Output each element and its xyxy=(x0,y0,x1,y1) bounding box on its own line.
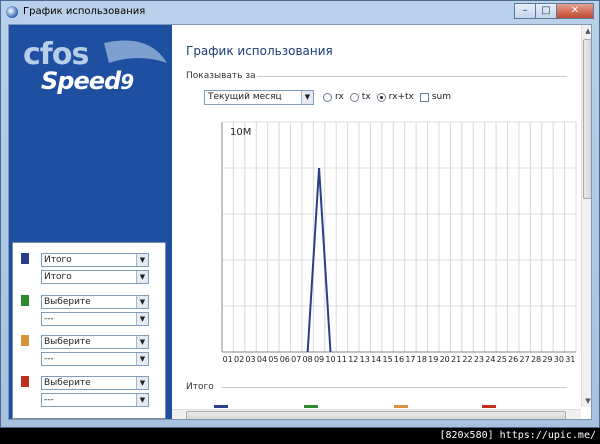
checkbox-sum-label: sum xyxy=(431,92,452,102)
range-select[interactable]: Текущий месяц ▼ xyxy=(204,90,314,105)
x-tick-label: 02 xyxy=(234,355,244,364)
chevron-down-icon: ▼ xyxy=(136,254,148,266)
scroll-down-icon[interactable]: ▼ xyxy=(582,395,591,407)
legend-swatch xyxy=(21,295,29,306)
legend-select-primary[interactable]: Итого ▼ xyxy=(41,253,149,267)
radio-rx[interactable] xyxy=(323,92,332,102)
close-button[interactable]: ✕ xyxy=(556,3,594,19)
radio-tx-label: tx xyxy=(361,92,371,102)
legend-select-secondary[interactable]: Итого ▼ xyxy=(41,270,149,284)
watermark-strip: [820x580] https://upic.me/ xyxy=(0,428,600,444)
watermark-text: [820x580] https://upic.me/ xyxy=(439,430,596,441)
total-swatch xyxy=(482,405,496,408)
x-tick-label: 30 xyxy=(554,355,564,364)
total-label: Итого xyxy=(186,382,214,392)
legend-select-primary[interactable]: Выберите ▼ xyxy=(41,295,149,309)
x-tick-label: 13 xyxy=(360,355,370,364)
maximize-button[interactable]: □ xyxy=(535,3,557,19)
x-tick-label: 14 xyxy=(371,355,381,364)
x-tick-label: 09 xyxy=(314,355,324,364)
legend-select-secondary[interactable]: --- ▼ xyxy=(41,352,149,366)
total-swatch xyxy=(304,405,318,408)
x-tick-label: 16 xyxy=(394,355,404,364)
radio-tx[interactable] xyxy=(349,92,359,102)
client-area: cfos Speed9 Итого ▼ Итого ▼ Выберите ▼ --- ▼… xyxy=(8,24,592,420)
x-tick-label: 05 xyxy=(268,355,278,364)
radio-rxtx[interactable] xyxy=(376,92,386,102)
legend-select-secondary[interactable]: --- ▼ xyxy=(41,312,149,326)
total-swatch xyxy=(214,405,228,408)
x-tick-label: 31 xyxy=(565,355,575,364)
horizontal-scrollbar[interactable] xyxy=(172,409,581,419)
divider xyxy=(222,387,567,388)
title-bar[interactable]: График использования – □ ✕ xyxy=(1,1,599,23)
chevron-down-icon: ▼ xyxy=(136,394,148,406)
x-tick-label: 06 xyxy=(280,355,290,364)
x-tick-label: 17 xyxy=(405,355,415,364)
app-window: График использования – □ ✕ cfos Speed9 И… xyxy=(0,0,600,428)
x-tick-label: 23 xyxy=(474,355,484,364)
usage-chart: 10M 01 02 03 04 05 06 07 08 09 10 11 12 13 14 15 16 17 18 1… xyxy=(221,121,577,364)
x-tick-label: 11 xyxy=(337,355,347,364)
legend-panel: Итого ▼ Итого ▼ Выберите ▼ --- ▼ Выберите ▼ -… xyxy=(12,242,166,419)
divider xyxy=(257,76,567,77)
chevron-down-icon: ▼ xyxy=(136,271,148,283)
x-tick-label: 18 xyxy=(417,355,427,364)
legend-select-secondary[interactable]: --- ▼ xyxy=(41,393,149,407)
left-panel: cfos Speed9 Итого ▼ Итого ▼ Выберите ▼ --- ▼… xyxy=(9,25,172,419)
legend-swatch xyxy=(21,253,29,264)
x-tick-label: 01 xyxy=(223,355,233,364)
x-tick-label: 12 xyxy=(348,355,358,364)
chevron-down-icon: ▼ xyxy=(136,336,148,348)
show-for-label: Показывать за xyxy=(186,71,256,81)
x-tick-label: 15 xyxy=(382,355,392,364)
x-tick-label: 07 xyxy=(291,355,301,364)
legend-select-primary[interactable]: Выберите ▼ xyxy=(41,335,149,349)
y-axis-top-label: 10M xyxy=(230,127,251,138)
x-tick-label: 20 xyxy=(440,355,450,364)
chevron-down-icon: ▼ xyxy=(136,296,148,308)
legend-select-primary[interactable]: Выберите ▼ xyxy=(41,376,149,390)
vertical-scrollbar[interactable]: ▲ ▼ xyxy=(581,25,591,407)
radio-rxtx-label: rx+tx xyxy=(388,92,414,102)
scroll-up-icon[interactable]: ▲ xyxy=(582,25,591,37)
chevron-down-icon: ▼ xyxy=(301,91,313,104)
window-title: График использования xyxy=(23,6,146,17)
x-tick-label: 19 xyxy=(428,355,438,364)
x-tick-label: 26 xyxy=(508,355,518,364)
legend-swatch xyxy=(21,335,29,346)
scroll-thumb[interactable] xyxy=(186,411,566,419)
x-tick-label: 25 xyxy=(497,355,507,364)
radio-rx-label: rx xyxy=(335,92,344,102)
chevron-down-icon: ▼ xyxy=(136,313,148,325)
main-area: График использования Показывать за Текущ… xyxy=(172,25,591,419)
page-title: График использования xyxy=(186,44,333,58)
cfos-logo: cfos Speed9 xyxy=(9,25,172,105)
chevron-down-icon: ▼ xyxy=(136,377,148,389)
app-icon[interactable] xyxy=(6,6,18,18)
legend-swatch xyxy=(21,376,29,387)
x-tick-label: 10 xyxy=(325,355,335,364)
total-swatch xyxy=(394,405,408,408)
minimize-button[interactable]: – xyxy=(514,3,536,19)
x-tick-label: 27 xyxy=(520,355,530,364)
scroll-thumb[interactable] xyxy=(583,39,591,199)
x-tick-label: 08 xyxy=(303,355,313,364)
x-tick-label: 22 xyxy=(462,355,472,364)
x-tick-label: 29 xyxy=(542,355,552,364)
traffic-options: rx tx rx+tx sum xyxy=(317,92,451,102)
x-tick-label: 21 xyxy=(451,355,461,364)
x-tick-label: 24 xyxy=(485,355,495,364)
chevron-down-icon: ▼ xyxy=(136,353,148,365)
logo-text-bottom: Speed9 xyxy=(41,67,134,95)
x-tick-label: 04 xyxy=(257,355,267,364)
checkbox-sum[interactable] xyxy=(419,92,429,102)
x-tick-label: 28 xyxy=(531,355,541,364)
x-tick-label: 03 xyxy=(245,355,255,364)
